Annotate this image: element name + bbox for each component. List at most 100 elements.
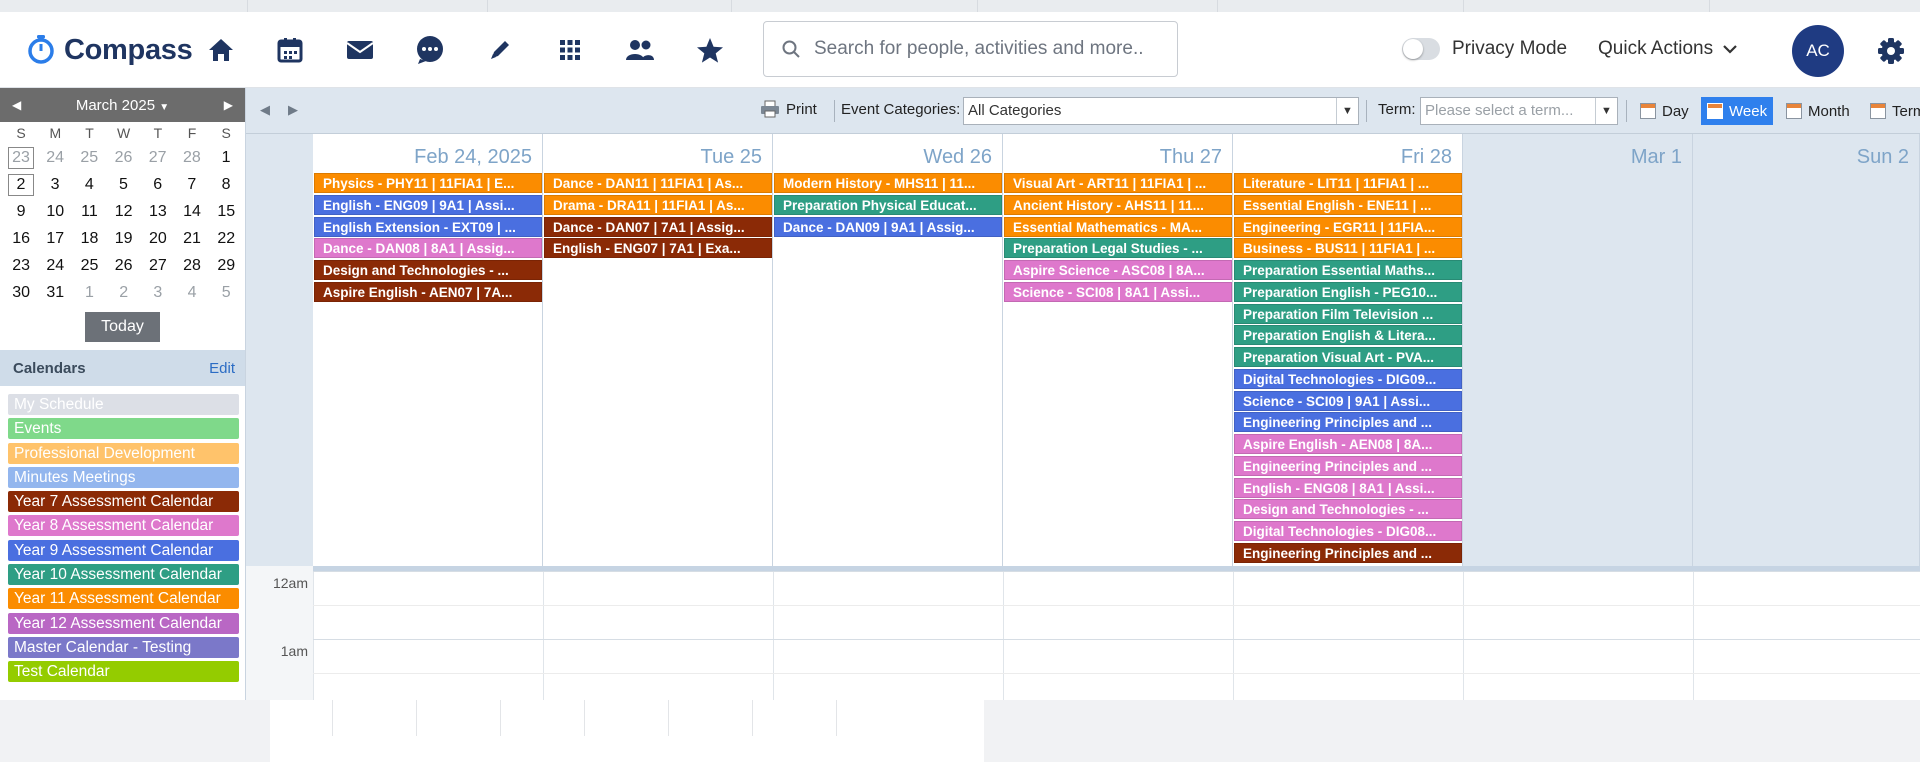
print-button[interactable]: Print (760, 100, 817, 118)
calendar-event[interactable]: Engineering - EGR11 | 11FIA... (1234, 216, 1462, 237)
calendar-list-item[interactable]: Professional Development (8, 442, 239, 464)
mini-calendar-day[interactable]: 4 (72, 176, 106, 194)
calendar-event[interactable]: Dance - DAN08 | 8A1 | Assig... (314, 238, 542, 259)
calendar-event[interactable]: Engineering Principles and ... (1234, 455, 1462, 476)
compass-logo[interactable]: Compass (26, 30, 193, 70)
mini-calendar-day[interactable]: 16 (4, 230, 38, 248)
next-week-arrow-icon[interactable]: ▶ (288, 102, 298, 118)
day-header[interactable]: Wed 26 (923, 146, 992, 169)
mini-calendar-day[interactable]: 3 (38, 176, 72, 194)
term-select[interactable]: Please select a term... ▼ (1420, 97, 1618, 125)
calendar-event[interactable]: Preparation Physical Educat... (774, 194, 1002, 215)
view-week-button[interactable]: Week (1701, 97, 1774, 125)
calendar-event[interactable]: Modern History - MHS11 | 11... (774, 173, 1002, 193)
mini-calendar-day[interactable]: 2 (8, 173, 34, 196)
mini-calendar-day[interactable]: 28 (175, 149, 209, 167)
calendar-icon[interactable] (272, 34, 308, 66)
calendar-list-item[interactable]: My Schedule (8, 394, 239, 415)
day-column[interactable]: Wed 26 Modern History - MHS11 | 11... Prep… (773, 134, 1003, 566)
calendar-list-item[interactable]: Year 12 Assessment Calendar (8, 612, 239, 634)
calendar-event[interactable]: Essential Mathematics - MA... (1004, 216, 1232, 237)
day-column[interactable]: Sun 2 (1693, 134, 1920, 566)
view-term-button[interactable]: Term (1864, 97, 1920, 125)
day-header[interactable]: Mar 1 (1631, 146, 1682, 169)
calendar-list-item[interactable]: Master Calendar - Testing (8, 636, 239, 658)
calendar-event[interactable]: Engineering Principles and ... (1234, 542, 1462, 563)
calendar-event[interactable]: Engineering Principles and ... (1234, 412, 1462, 433)
calendar-list-item[interactable]: Year 11 Assessment Calendar (8, 588, 239, 610)
calendar-event[interactable]: Essential English - ENE11 | ... (1234, 194, 1462, 215)
today-button[interactable]: Today (85, 312, 160, 342)
mini-calendar-day[interactable]: 10 (38, 203, 72, 221)
mini-calendar-day[interactable]: 14 (175, 203, 209, 221)
time-slot-row[interactable]: 12am (246, 571, 1920, 639)
mini-calendar-day[interactable]: 8 (209, 176, 243, 194)
calendar-event[interactable]: Aspire English - AEN08 | 8A... (1234, 434, 1462, 454)
privacy-toggle-switch[interactable] (1402, 38, 1440, 60)
mini-calendar-month[interactable]: March 2025 ▼ (76, 97, 169, 114)
calendar-list-item[interactable]: Minutes Meetings (8, 466, 239, 488)
user-avatar[interactable]: AC (1792, 25, 1844, 77)
calendar-event[interactable]: Literature - LIT11 | 11FIA1 | ... (1234, 173, 1462, 193)
calendar-event[interactable]: Design and Technologies - ... (1234, 499, 1462, 520)
day-header[interactable]: Fri 28 (1401, 146, 1452, 169)
view-month-button[interactable]: Month (1780, 97, 1856, 125)
calendar-event[interactable]: Preparation English & Litera... (1234, 325, 1462, 346)
calendar-event[interactable]: Drama - DRA11 | 11FIA1 | As... (544, 194, 772, 215)
calendar-event[interactable]: Preparation English - PEG10... (1234, 281, 1462, 302)
mini-calendar-day[interactable]: 12 (107, 203, 141, 221)
day-column[interactable]: Tue 25 Dance - DAN11 | 11FIA1 | As... Dram… (543, 134, 773, 566)
mini-calendar-day[interactable]: 25 (72, 257, 106, 275)
day-header[interactable]: Feb 24, 2025 (414, 146, 532, 169)
calendar-event[interactable]: Science - SCI08 | 8A1 | Assi... (1004, 281, 1232, 302)
calendar-list-item[interactable]: Events (8, 418, 239, 440)
mini-calendar-day[interactable]: 22 (209, 230, 243, 248)
mini-calendar-day[interactable]: 4 (175, 284, 209, 302)
mini-calendar-day[interactable]: 3 (141, 284, 175, 302)
mini-calendar-day[interactable]: 7 (175, 176, 209, 194)
mini-calendar-day[interactable]: 24 (38, 257, 72, 275)
mini-calendar-day[interactable]: 25 (72, 149, 106, 167)
day-column[interactable]: Mar 1 (1463, 134, 1693, 566)
next-month-arrow-icon[interactable]: ▶ (224, 98, 233, 112)
calendar-event[interactable]: Physics - PHY11 | 11FIA1 | E... (314, 173, 542, 193)
prev-week-arrow-icon[interactable]: ◀ (260, 102, 270, 118)
privacy-mode-toggle[interactable]: Privacy Mode (1402, 38, 1567, 60)
day-column[interactable]: Feb 24, 2025 Physics - PHY11 | 11FIA1 | E… (313, 134, 543, 566)
calendar-event[interactable]: Digital Technologies - DIG08... (1234, 521, 1462, 541)
day-header[interactable]: Sun 2 (1857, 146, 1909, 169)
mini-calendar-day[interactable]: 23 (4, 257, 38, 275)
calendar-event[interactable]: Preparation Visual Art - PVA... (1234, 347, 1462, 367)
calendar-event[interactable]: English - ENG07 | 7A1 | Exa... (544, 238, 772, 259)
time-slot-row[interactable]: 1am (246, 639, 1920, 700)
calendar-list-item[interactable]: Year 10 Assessment Calendar (8, 564, 239, 586)
calendar-event[interactable]: Science - SCI09 | 9A1 | Assi... (1234, 390, 1462, 411)
people-icon[interactable] (622, 34, 658, 66)
calendar-event[interactable]: Business - BUS11 | 11FIA1 | ... (1234, 238, 1462, 259)
calendar-list-item[interactable]: Year 7 Assessment Calendar (8, 491, 239, 513)
mini-calendar-day[interactable]: 20 (141, 230, 175, 248)
calendar-event[interactable]: Visual Art - ART11 | 11FIA1 | ... (1004, 173, 1232, 193)
mini-calendar-day[interactable]: 21 (175, 230, 209, 248)
mini-calendar-day[interactable]: 31 (38, 284, 72, 302)
mini-calendar-day[interactable]: 26 (106, 149, 140, 167)
view-day-button[interactable]: Day (1634, 97, 1695, 125)
event-categories-select[interactable]: All Categories ▼ (963, 97, 1359, 125)
mail-icon[interactable] (342, 34, 378, 66)
calendar-event[interactable]: Preparation Film Television ... (1234, 303, 1462, 324)
calendar-event[interactable]: Dance - DAN07 | 7A1 | Assig... (544, 216, 772, 237)
day-column[interactable]: Thu 27 Visual Art - ART11 | 11FIA1 | ... A… (1003, 134, 1233, 566)
calendar-event[interactable]: English - ENG09 | 9A1 | Assi... (314, 194, 542, 215)
calendar-event[interactable]: Aspire Science - ASC08 | 8A... (1004, 260, 1232, 280)
calendar-list-item[interactable]: Test Calendar (8, 661, 239, 683)
calendar-event[interactable]: Preparation Legal Studies - ... (1004, 238, 1232, 259)
calendar-list-item[interactable]: Year 9 Assessment Calendar (8, 539, 239, 561)
mini-calendar-day[interactable]: 2 (107, 284, 141, 302)
mini-calendar-day[interactable]: 26 (107, 257, 141, 275)
calendar-event[interactable]: English - ENG08 | 8A1 | Assi... (1234, 477, 1462, 498)
mini-calendar-day[interactable]: 29 (209, 257, 243, 275)
calendar-list-item[interactable]: Year 8 Assessment Calendar (8, 515, 239, 537)
mini-calendar-day[interactable]: 1 (72, 284, 106, 302)
calendar-event[interactable]: Dance - DAN09 | 9A1 | Assig... (774, 216, 1002, 237)
calendar-event[interactable]: Digital Technologies - DIG09... (1234, 368, 1462, 389)
